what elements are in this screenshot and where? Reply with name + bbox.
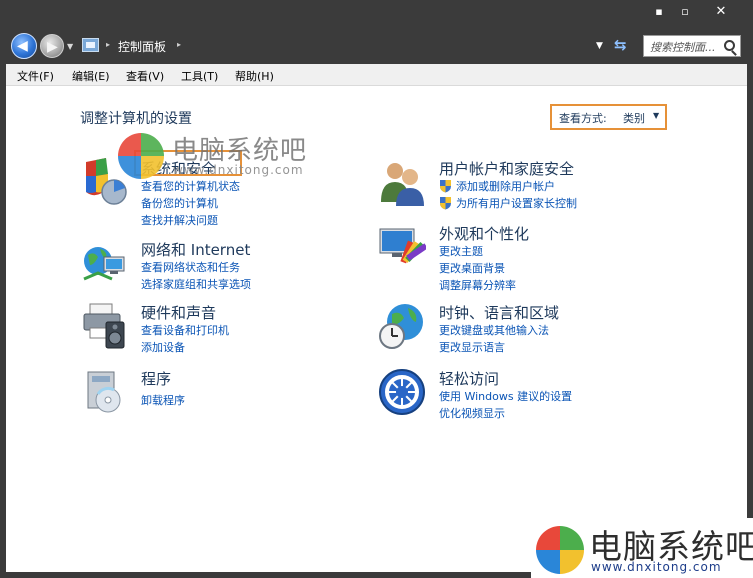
close-button[interactable]: ✕ [708, 2, 734, 22]
link-change-input-method[interactable]: 更改键盘或其他输入法 [439, 322, 549, 338]
forward-button[interactable]: ▶ [40, 34, 64, 58]
link-homegroup-sharing[interactable]: 选择家庭组和共享选项 [141, 276, 251, 292]
history-dropdown-icon[interactable]: ▼ [67, 42, 73, 51]
close-icon: ✕ [715, 4, 727, 19]
link-change-display-language[interactable]: 更改显示语言 [439, 339, 505, 355]
link-change-theme[interactable]: 更改主题 [439, 243, 483, 259]
network-icon[interactable] [80, 239, 128, 287]
category-title-user-accounts[interactable]: 用户帐户和家庭安全 [439, 158, 574, 179]
maximize-button[interactable]: ▫ [672, 2, 698, 22]
category-title-clock-language-region[interactable]: 时钟、语言和区域 [439, 302, 559, 323]
breadcrumb-control-panel[interactable]: 控制面板 [118, 38, 166, 55]
menu-file[interactable]: 文件(F) [17, 68, 54, 84]
view-by-label: 查看方式: [559, 112, 607, 125]
category-title-appearance[interactable]: 外观和个性化 [439, 223, 529, 244]
category-clock-language-region: 时钟、语言和区域 更改键盘或其他输入法 更改显示语言 [378, 302, 678, 356]
title-bar: ▪ ▫ ✕ [0, 0, 753, 30]
category-title-ease-of-access[interactable]: 轻松访问 [439, 368, 499, 389]
link-uninstall-program[interactable]: 卸载程序 [141, 392, 185, 408]
category-network-internet: 网络和 Internet 查看网络状态和任务 选择家庭组和共享选项 [80, 239, 320, 291]
link-backup-computer[interactable]: 备份您的计算机 [141, 195, 218, 211]
watermark-logo-icon [118, 133, 164, 179]
user-accounts-icon[interactable] [378, 158, 426, 206]
watermark-url: www.dnxitong.com [173, 163, 304, 177]
watermark-corner: 电脑系统吧 www.dnxitong.com [531, 518, 753, 578]
appearance-icon[interactable] [378, 223, 426, 271]
search-placeholder: 搜索控制面... [650, 41, 716, 54]
link-devices-printers[interactable]: 查看设备和打印机 [141, 322, 229, 338]
link-troubleshoot[interactable]: 查找并解决问题 [141, 212, 218, 228]
arrow-right-icon: ▶ [47, 39, 58, 55]
view-by-value[interactable]: 类别 [623, 110, 645, 126]
arrow-left-icon: ◀ [17, 38, 28, 54]
uac-shield-icon [440, 180, 451, 193]
link-network-status[interactable]: 查看网络状态和任务 [141, 259, 240, 275]
link-recommended-settings[interactable]: 使用 Windows 建议的设置 [439, 388, 572, 404]
programs-icon[interactable] [80, 368, 128, 416]
back-button[interactable]: ◀ [11, 33, 37, 59]
category-title-hardware-sound[interactable]: 硬件和声音 [141, 302, 216, 323]
category-ease-of-access: 轻松访问 使用 Windows 建议的设置 优化视频显示 [378, 368, 678, 422]
menu-tools[interactable]: 工具(T) [181, 68, 218, 84]
clock-language-icon[interactable] [378, 302, 426, 350]
address-dropdown-icon[interactable]: ▼ [596, 41, 603, 51]
menu-edit[interactable]: 编辑(E) [72, 68, 110, 84]
category-title-network-internet[interactable]: 网络和 Internet [141, 239, 250, 260]
category-programs: 程序 卸载程序 [80, 368, 320, 420]
chevron-down-icon[interactable]: ▼ [653, 111, 659, 120]
page-title: 调整计算机的设置 [80, 111, 192, 127]
watermark-url: www.dnxitong.com [591, 560, 722, 574]
category-title-programs[interactable]: 程序 [141, 368, 171, 389]
search-input[interactable]: 搜索控制面... [643, 35, 741, 57]
view-by-selector[interactable]: 查看方式: 类别 ▼ [550, 104, 667, 130]
watermark-logo-icon [536, 526, 584, 574]
link-add-remove-accounts[interactable]: 添加或删除用户帐户 [456, 178, 555, 194]
category-appearance: 外观和个性化 更改主题 更改桌面背景 调整屏幕分辨率 [378, 223, 678, 293]
breadcrumb-separator-icon[interactable]: ▸ [177, 40, 181, 49]
refresh-icon[interactable]: ⇆ [614, 36, 627, 54]
hardware-sound-icon[interactable] [80, 302, 128, 350]
link-change-desktop-background[interactable]: 更改桌面背景 [439, 260, 505, 276]
control-panel-icon [82, 38, 99, 52]
menu-help[interactable]: 帮助(H) [235, 68, 274, 84]
uac-shield-icon [440, 197, 451, 210]
menu-view[interactable]: 查看(V) [126, 68, 164, 84]
category-hardware-sound: 硬件和声音 查看设备和打印机 添加设备 [80, 302, 320, 354]
minimize-icon: ▪ [655, 5, 663, 18]
link-parental-controls[interactable]: 为所有用户设置家长控制 [456, 195, 577, 211]
link-optimize-visual-display[interactable]: 优化视频显示 [439, 405, 505, 421]
ease-of-access-icon[interactable] [378, 368, 426, 416]
maximize-icon: ▫ [681, 5, 689, 18]
control-panel-content: 调整计算机的设置 查看方式: 类别 ▼ 系统和安全 查看您的计算机状态 备份您的… [6, 86, 747, 572]
watermark-text: 电脑系统吧 [172, 136, 308, 166]
menu-bar: 文件(F) 编辑(E) 查看(V) 工具(T) 帮助(H) [6, 64, 747, 86]
breadcrumb-separator-icon[interactable]: ▸ [106, 40, 110, 49]
category-user-accounts: 用户帐户和家庭安全 添加或删除用户帐户 为所有用户设置家长控制 [378, 158, 678, 214]
link-adjust-resolution[interactable]: 调整屏幕分辨率 [439, 277, 516, 293]
link-add-device[interactable]: 添加设备 [141, 339, 185, 355]
minimize-button[interactable]: ▪ [646, 2, 672, 22]
search-icon[interactable] [724, 40, 735, 51]
navigation-bar: ◀ ▶ ▼ ▸ 控制面板 ▸ ▼ ⇆ 搜索控制面... [0, 30, 753, 64]
